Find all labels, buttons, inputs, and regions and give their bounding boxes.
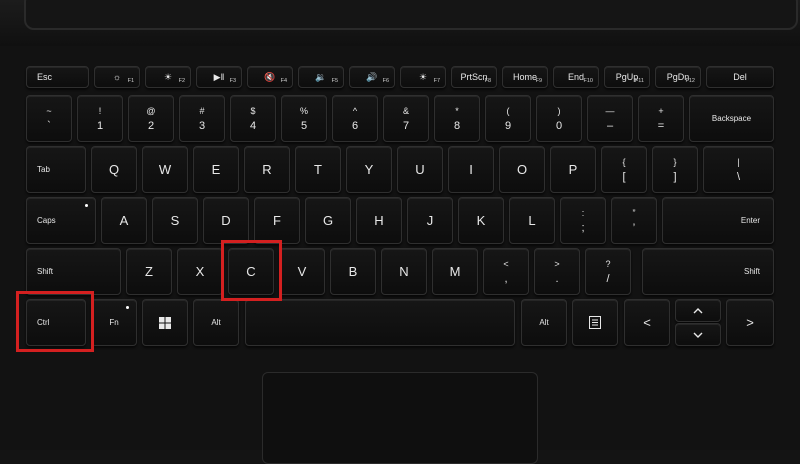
play-pause-icon: ▶‖ xyxy=(213,71,225,82)
key-a[interactable]: A xyxy=(101,197,147,244)
key-u[interactable]: U xyxy=(397,146,443,193)
backtick-key[interactable]: ~ ` xyxy=(26,95,72,142)
windows-key[interactable] xyxy=(142,299,188,346)
caps-indicator-icon xyxy=(85,204,88,207)
key-6[interactable]: ^ 6 xyxy=(332,95,378,142)
key-h[interactable]: H xyxy=(356,197,402,244)
key-d[interactable]: D xyxy=(203,197,249,244)
left-shift-key[interactable]: Shift xyxy=(26,248,121,295)
key-n[interactable]: N xyxy=(381,248,427,295)
f2-key[interactable]: ☀ F2 xyxy=(145,66,191,88)
equals-key[interactable]: + = xyxy=(638,95,684,142)
key-e[interactable]: E xyxy=(193,146,239,193)
key-i[interactable]: I xyxy=(448,146,494,193)
enter-key[interactable]: Enter xyxy=(662,197,774,244)
key-9[interactable]: (9 xyxy=(485,95,531,142)
key-y[interactable]: Y xyxy=(346,146,392,193)
volume-up-icon: 🔊 xyxy=(366,71,378,82)
esc-key[interactable]: Esc xyxy=(26,66,89,88)
close-bracket-key[interactable]: }] xyxy=(652,146,698,193)
left-arrow-key[interactable]: < xyxy=(624,299,670,346)
f5-key[interactable]: 🔉 F5 xyxy=(298,66,344,88)
key-3[interactable]: #3 xyxy=(179,95,225,142)
right-arrow-key[interactable]: > xyxy=(726,299,774,346)
f4-key[interactable]: 🔇 F4 xyxy=(247,66,293,88)
mute-icon: 🔇 xyxy=(264,71,276,82)
key-5[interactable]: % 5 xyxy=(281,95,327,142)
comma-key[interactable]: <, xyxy=(483,248,529,295)
brightness-down-icon: ☼ xyxy=(112,72,122,82)
up-arrow-key[interactable] xyxy=(675,299,721,322)
f7-key[interactable]: ☀ F7 xyxy=(400,66,446,88)
keyboard-cover-top xyxy=(0,0,800,46)
semicolon-key[interactable]: :; xyxy=(560,197,606,244)
key-2[interactable]: @2 xyxy=(128,95,174,142)
backspace-key[interactable]: Backspace xyxy=(689,95,774,142)
pgup-key[interactable]: PgUp F11 xyxy=(604,66,650,88)
key-o[interactable]: O xyxy=(499,146,545,193)
f3-key[interactable]: ▶‖ F3 xyxy=(196,66,242,88)
tab-key[interactable]: Tab xyxy=(26,146,86,193)
key-r[interactable]: R xyxy=(244,146,290,193)
key-g[interactable]: G xyxy=(305,197,351,244)
key-f[interactable]: F xyxy=(254,197,300,244)
key-x[interactable]: X xyxy=(177,248,223,295)
right-alt-key[interactable]: Alt xyxy=(521,299,567,346)
end-key[interactable]: End F10 xyxy=(553,66,599,88)
chevron-up-icon xyxy=(693,307,703,313)
windows-logo-icon xyxy=(159,316,171,329)
key-1[interactable]: ! 1 xyxy=(77,95,123,142)
backslash-key[interactable]: | \ xyxy=(703,146,774,193)
key-v[interactable]: V xyxy=(279,248,325,295)
key-p[interactable]: P xyxy=(550,146,596,193)
key-t[interactable]: T xyxy=(295,146,341,193)
key-8[interactable]: * 8 xyxy=(434,95,480,142)
chevron-down-icon xyxy=(693,332,703,338)
backlight-icon: ☀ xyxy=(418,71,428,82)
c-key-highlight-box xyxy=(221,240,282,301)
chevron-right-icon: > xyxy=(746,315,754,330)
key-7[interactable]: & 7 xyxy=(383,95,429,142)
key-0[interactable]: ) 0 xyxy=(536,95,582,142)
f1-key[interactable]: ☼ F1 xyxy=(94,66,140,88)
left-alt-key[interactable]: Alt xyxy=(193,299,239,346)
home-key[interactable]: Home F9 xyxy=(502,66,548,88)
ctrl-highlight-box xyxy=(16,291,94,352)
open-bracket-key[interactable]: {[ xyxy=(601,146,647,193)
key-q[interactable]: Q xyxy=(91,146,137,193)
key-w[interactable]: W xyxy=(142,146,188,193)
menu-key[interactable] xyxy=(572,299,618,346)
slash-key[interactable]: ? / xyxy=(585,248,631,295)
f6-key[interactable]: 🔊 F6 xyxy=(349,66,395,88)
key-b[interactable]: B xyxy=(330,248,376,295)
quote-key[interactable]: ”’ xyxy=(611,197,657,244)
brightness-up-icon: ☀ xyxy=(163,71,173,82)
down-arrow-key[interactable] xyxy=(675,323,721,346)
key-l[interactable]: L xyxy=(509,197,555,244)
pgdn-key[interactable]: PgDn F12 xyxy=(655,66,701,88)
period-key[interactable]: >. xyxy=(534,248,580,295)
context-menu-icon xyxy=(589,316,601,329)
right-shift-key[interactable]: Shift xyxy=(642,248,774,295)
key-s[interactable]: S xyxy=(152,197,198,244)
fn-key[interactable]: Fn xyxy=(91,299,137,346)
key-z[interactable]: Z xyxy=(126,248,172,295)
key-j[interactable]: J xyxy=(407,197,453,244)
cover-hinge xyxy=(24,0,798,30)
key-m[interactable]: M xyxy=(432,248,478,295)
del-key[interactable]: Del xyxy=(706,66,774,88)
trackpad[interactable] xyxy=(262,372,538,464)
caps-key[interactable]: Caps xyxy=(26,197,96,244)
spacebar-key[interactable] xyxy=(245,299,515,346)
minus-key[interactable]: — – xyxy=(587,95,633,142)
chevron-left-icon: < xyxy=(643,315,651,330)
key-k[interactable]: K xyxy=(458,197,504,244)
volume-down-icon: 🔉 xyxy=(315,71,327,82)
prtscn-key[interactable]: PrtScn F8 xyxy=(451,66,497,88)
key-4[interactable]: $4 xyxy=(230,95,276,142)
fn-lock-indicator-icon xyxy=(126,306,129,309)
